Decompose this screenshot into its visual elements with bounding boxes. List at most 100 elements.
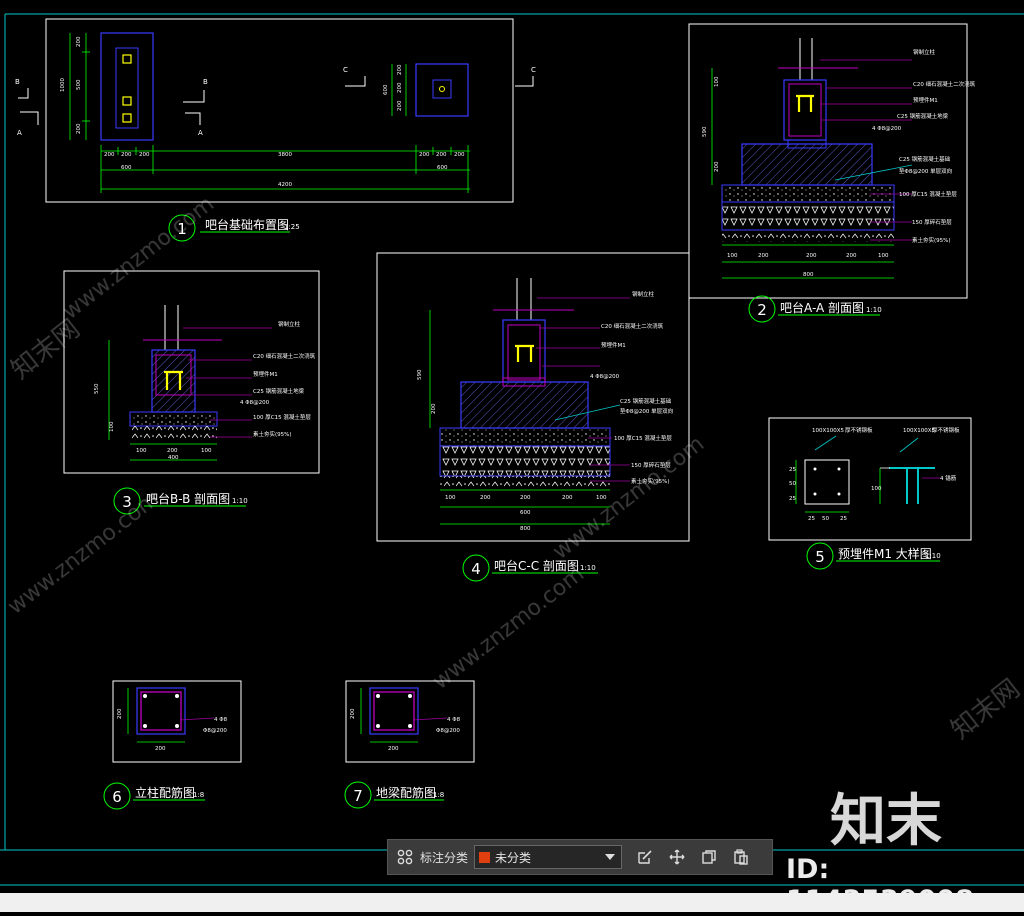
title-2-scale: 1:10 [866, 306, 882, 314]
title-3-scale: 1:10 [232, 497, 248, 505]
chevron-down-icon [605, 854, 616, 860]
plan-dim-1: 200 [104, 152, 115, 158]
cc-dim-total: 800 [520, 526, 531, 532]
bb-note-2: C20 细石混凝土二次浇筑 [253, 352, 316, 360]
bb-note-6: 100 厚C15 混凝土垫层 [253, 413, 311, 421]
bb-vdim-2: 100 [109, 421, 115, 432]
rebar7-note: 4 Φ8 [447, 717, 461, 723]
cc-dim-1: 100 [445, 495, 456, 501]
aa-note-3: 预埋件M1 [913, 96, 938, 104]
category-select[interactable]: 未分类 [474, 845, 623, 869]
move-icon[interactable] [666, 846, 688, 868]
cc-dim-mid: 600 [520, 510, 531, 516]
plan-vdim-3: 200 [76, 123, 82, 134]
bb-dim-total: 400 [168, 455, 179, 461]
cc-dim-3: 200 [520, 495, 531, 501]
aa-vdim-1: 590 [702, 126, 708, 137]
aa-note-4: C25 钢筋混凝土地梁 [897, 112, 949, 120]
m1-vdim-1: 25 [789, 467, 796, 473]
m1-note-right2: 厚不锈钢板 [932, 426, 960, 434]
cut-label-a2: A [198, 129, 203, 137]
title-5-scale: 1:10 [925, 552, 941, 560]
plan-vdim2-3: 200 [397, 100, 403, 111]
aa-note-7: 垫Φ8@200 单层双向 [899, 167, 952, 175]
cc-note-6: 垫Φ8@200 单层双向 [620, 407, 673, 415]
plan-dim-mid-2: 600 [437, 165, 448, 171]
copy-icon[interactable] [698, 846, 720, 868]
m1-dim-2: 50 [822, 516, 829, 522]
title-2-num: 2 [757, 301, 767, 319]
m1-vdim-2: 50 [789, 481, 796, 487]
plan-vdim-total: 1000 [60, 78, 66, 92]
bb-note-5: 4 Φ8@200 [240, 400, 270, 406]
rebar6-dim-h: 200 [117, 708, 123, 719]
bb-vdim-1: 550 [94, 383, 100, 394]
aa-note-2: C20 细石混凝土二次浇筑 [913, 80, 976, 88]
aa-dim-5: 100 [878, 253, 889, 259]
aa-note-10: 素土夯实(95%) [912, 236, 951, 244]
plan-dim-7: 200 [454, 152, 465, 158]
aa-vdim-3: 100 [714, 76, 720, 87]
title-6-scale: 1:8 [193, 791, 204, 799]
aa-note-5: 4 Φ8@200 [872, 126, 902, 132]
m1-weld: 4 锚筋 [940, 474, 957, 482]
rebar7-dim-w: 200 [388, 746, 399, 752]
bb-dim-3: 100 [201, 448, 212, 454]
cc-dim-2: 200 [480, 495, 491, 501]
grid-icon[interactable] [394, 846, 416, 868]
aa-dim-1: 100 [727, 253, 738, 259]
title-5-num: 5 [815, 548, 825, 566]
category-color-swatch [479, 851, 491, 863]
plan-dim-6: 200 [436, 152, 447, 158]
bb-dim-1: 100 [136, 448, 147, 454]
rebar7-dim-h: 200 [350, 708, 356, 719]
aa-note-9: 150 厚碎石垫层 [912, 218, 952, 226]
title-7-scale: 1:8 [433, 791, 444, 799]
m1-side: 100 [871, 486, 882, 492]
cut-label-b2: B [203, 78, 208, 86]
edit-icon[interactable] [634, 846, 656, 868]
annotation-category-label: 标注分类 [420, 850, 469, 865]
plan-dim-5: 200 [419, 152, 430, 158]
brand-logo: 知末 [830, 789, 942, 854]
bb-note-4: C25 钢筋混凝土地梁 [253, 387, 305, 395]
paste-icon[interactable] [730, 846, 752, 868]
aa-note-8: 100 厚C15 混凝土垫层 [899, 190, 957, 198]
m1-note-left: 100X100X5 [812, 428, 845, 434]
aa-note-1: 钢制立柱 [913, 48, 936, 56]
aa-dim-3: 200 [806, 253, 817, 259]
plan-vdim-2: 500 [76, 79, 82, 90]
title-5-text: 预埋件M1 大样图 [838, 546, 932, 561]
aa-dim-2: 200 [758, 253, 769, 259]
cut-label-c2: C [531, 66, 536, 74]
cc-dim-4: 200 [562, 495, 573, 501]
plan-vdim2-total: 600 [383, 84, 389, 95]
plan-vdim2-2: 200 [397, 82, 403, 93]
bb-note-1: 钢制立柱 [278, 320, 301, 328]
cc-note-4: 4 Φ8@200 [590, 374, 620, 380]
rebar6-dim-w: 200 [155, 746, 166, 752]
aa-note-6: C25 钢筋混凝土基础 [899, 155, 951, 163]
rebar6-note2: Φ8@200 [203, 728, 227, 734]
annotation-toolbar: 标注分类 未分类 [387, 839, 773, 875]
plan-dim-total: 4200 [278, 182, 292, 188]
cut-label-a1: A [17, 129, 22, 137]
cc-note-2: C20 细石混凝土二次浇筑 [601, 322, 664, 330]
title-1-text: 吧台基础布置图 [205, 217, 289, 232]
aa-vdim-2: 200 [714, 161, 720, 172]
cc-vdim-2: 200 [431, 403, 437, 414]
cc-vdim-1: 590 [417, 369, 423, 380]
bb-dim-2: 200 [167, 448, 178, 454]
title-7-text: 地梁配筋图 [376, 785, 436, 800]
title-7-num: 7 [353, 787, 363, 805]
plan-vdim-1: 200 [76, 36, 82, 47]
plan-dim-3: 200 [139, 152, 150, 158]
bb-note-7: 素土夯实(95%) [253, 430, 292, 438]
cut-label-b1: B [15, 78, 20, 86]
bottom-bar [0, 893, 1024, 912]
cc-note-7: 100 厚C15 混凝土垫层 [614, 434, 672, 442]
cc-note-3: 预埋件M1 [601, 341, 626, 349]
title-4-scale: 1:10 [580, 564, 596, 572]
title-6-text: 立柱配筋图 [135, 785, 195, 800]
title-1-scale: 1:25 [284, 223, 300, 231]
